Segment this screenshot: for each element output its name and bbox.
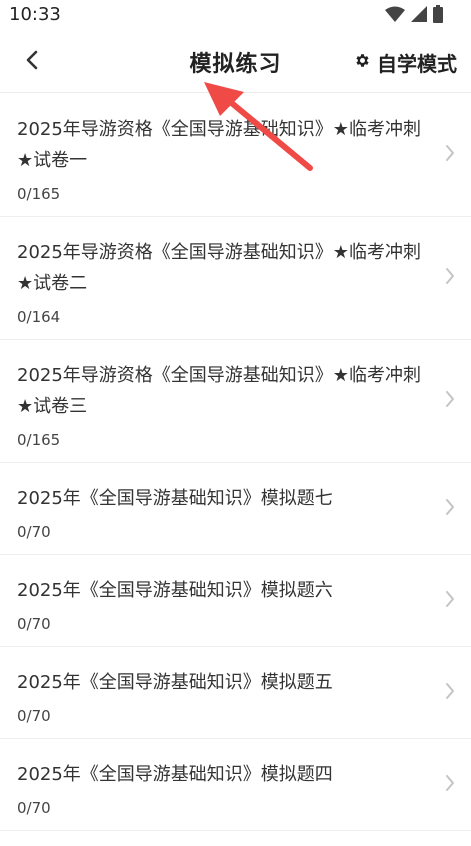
exercise-progress: 0/70 [17,523,51,541]
chevron-right-icon [445,390,455,412]
signal-icon [411,6,427,22]
status-time: 10:33 [9,4,61,25]
exercise-title: 2025年导游资格《全国导游基础知识》★临考冲刺★试卷三 [17,365,421,417]
gear-icon [354,52,371,73]
chevron-right-icon [445,144,455,166]
exercise-item[interactable]: 2025年导游资格《全国导游基础知识》★临考冲刺★试卷一 0/165 [0,94,471,217]
screen: 10:33 模拟练习 自学模式 2025年导游资格《全国导游基础知识》★临考冲刺… [0,0,471,846]
exercise-progress: 0/70 [17,799,51,817]
battery-icon [433,5,443,23]
chevron-right-icon [445,590,455,612]
status-icons [385,5,443,23]
exercise-progress: 0/70 [17,615,51,633]
exercise-title: 2025年《全国导游基础知识》模拟题六 [17,580,333,601]
exercise-list: 2025年导游资格《全国导游基础知识》★临考冲刺★试卷一 0/165 2025年导游… [0,94,471,831]
exercise-title: 2025年导游资格《全国导游基础知识》★临考冲刺★试卷二 [17,242,421,294]
exercise-progress: 0/165 [17,185,61,203]
exercise-item[interactable]: 2025年《全国导游基础知识》模拟题七 0/70 [0,463,471,555]
chevron-right-icon [445,267,455,289]
exercise-title: 2025年《全国导游基础知识》模拟题四 [17,764,333,785]
wifi-icon [385,6,405,22]
self-study-mode-label: 自学模式 [377,52,457,76]
exercise-progress: 0/165 [17,431,61,449]
exercise-title: 2025年《全国导游基础知识》模拟题七 [17,488,333,509]
chevron-right-icon [445,498,455,520]
exercise-title: 2025年《全国导游基础知识》模拟题五 [17,672,333,693]
exercise-item[interactable]: 2025年导游资格《全国导游基础知识》★临考冲刺★试卷三 0/165 [0,340,471,463]
exercise-item[interactable]: 2025年《全国导游基础知识》模拟题四 0/70 [0,739,471,831]
exercise-progress: 0/164 [17,308,61,326]
chevron-right-icon [445,682,455,704]
chevron-right-icon [445,774,455,796]
header: 模拟练习 自学模式 [0,30,471,93]
status-bar: 10:33 [0,0,471,30]
exercise-title: 2025年导游资格《全国导游基础知识》★临考冲刺★试卷一 [17,119,421,171]
exercise-item[interactable]: 2025年《全国导游基础知识》模拟题六 0/70 [0,555,471,647]
exercise-item[interactable]: 2025年《全国导游基础知识》模拟题五 0/70 [0,647,471,739]
self-study-mode-button[interactable]: 自学模式 [354,48,457,77]
exercise-item[interactable]: 2025年导游资格《全国导游基础知识》★临考冲刺★试卷二 0/164 [0,217,471,340]
exercise-progress: 0/70 [17,707,51,725]
